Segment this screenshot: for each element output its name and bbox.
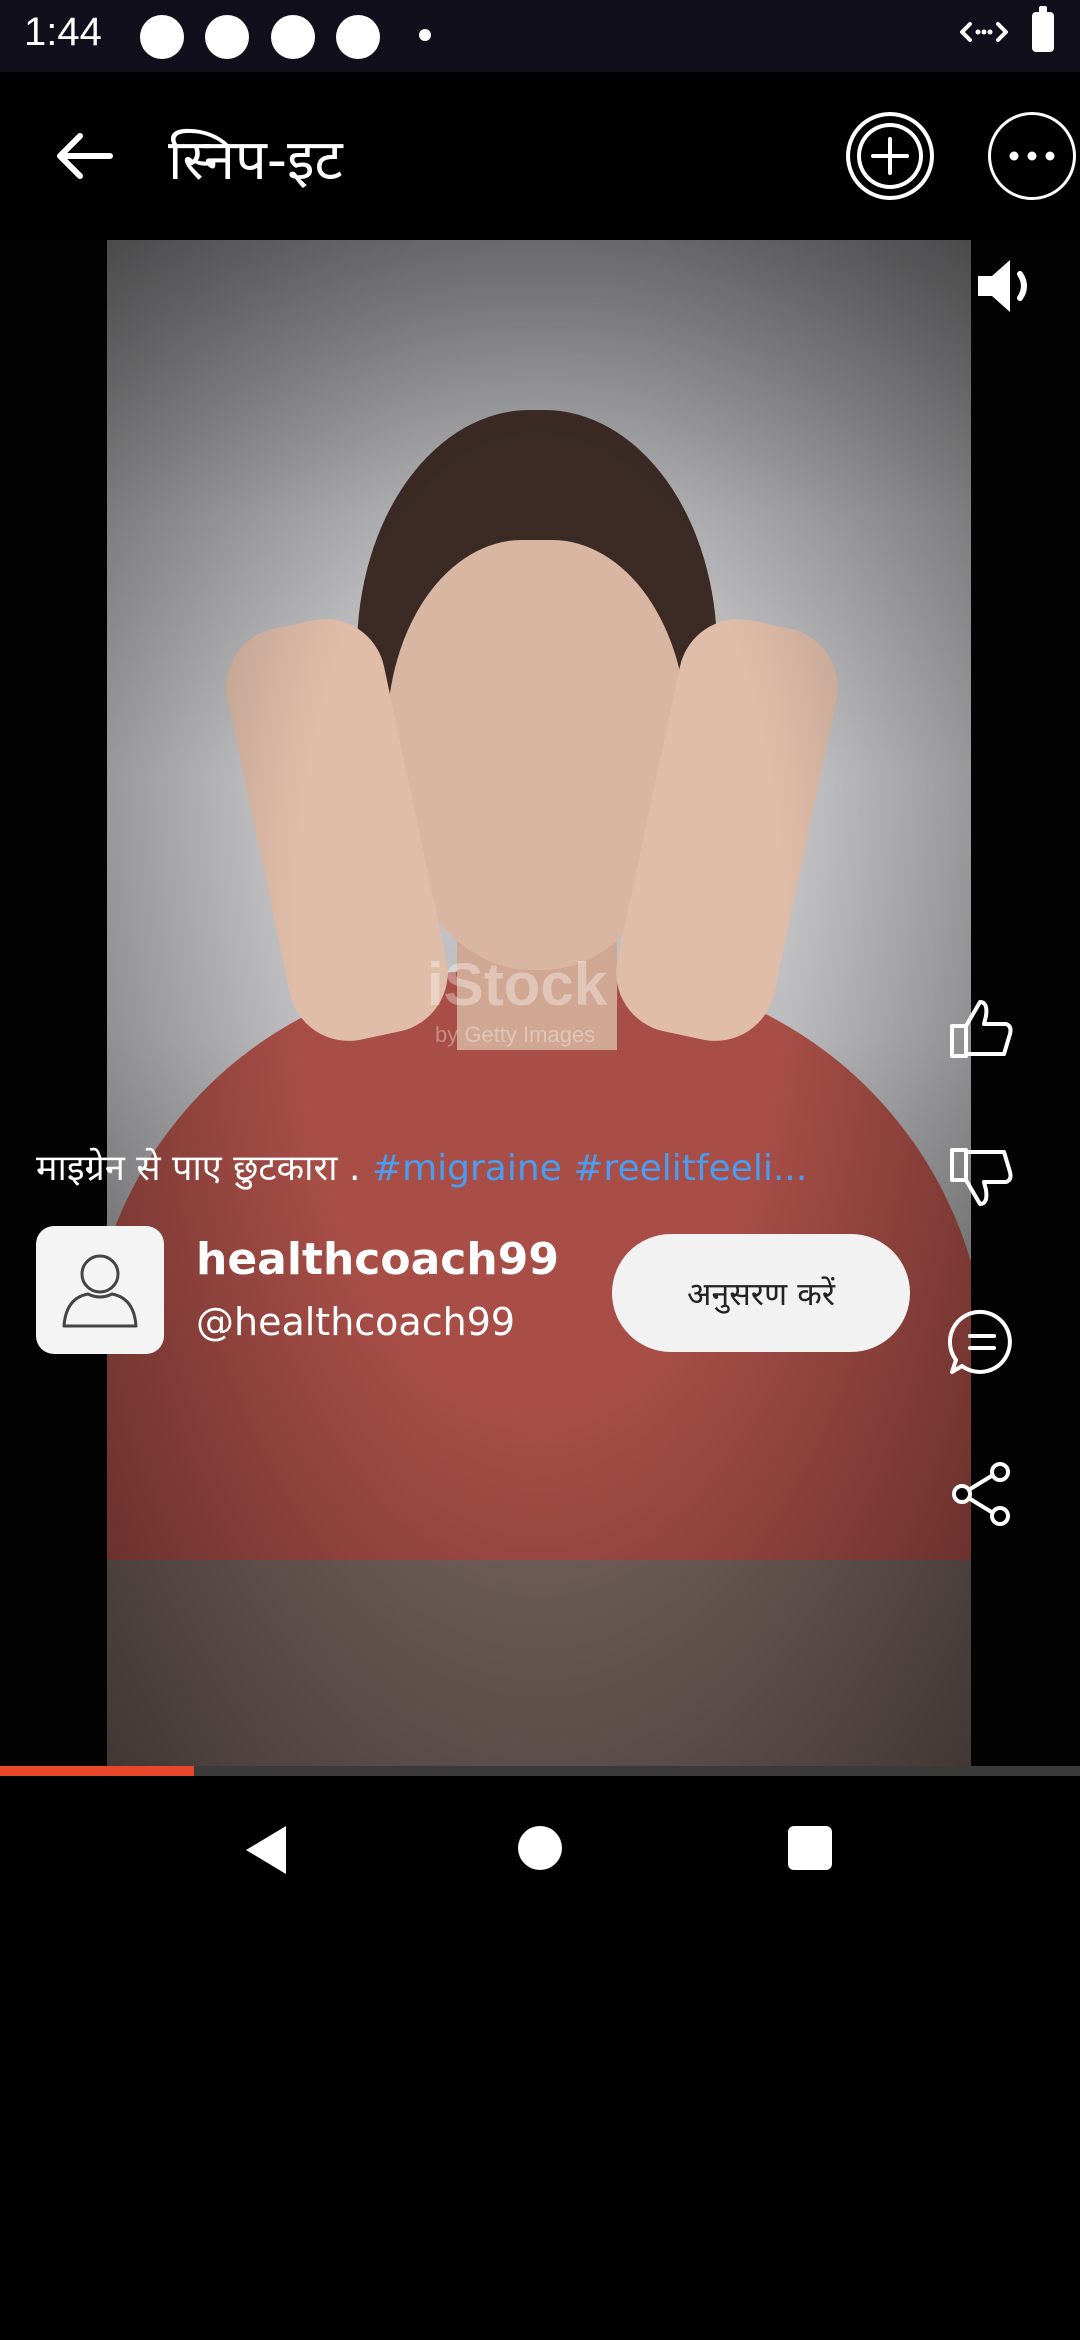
share-icon[interactable]	[946, 1458, 1018, 1530]
nav-back-icon[interactable]	[240, 1822, 290, 1878]
more-notifications-icon	[419, 29, 431, 41]
dislike-icon[interactable]	[946, 1142, 1018, 1214]
author-name[interactable]: healthcoach99	[196, 1234, 559, 1285]
notification-icon	[140, 15, 184, 59]
video-progress-fill	[0, 1766, 195, 1776]
video-player[interactable]: iStock by Getty Images	[0, 240, 1080, 1768]
status-bar: 1:44	[0, 0, 1080, 72]
signal-icon	[960, 22, 1008, 42]
notification-icon	[205, 15, 249, 59]
follow-button[interactable]: अनुसरण करें	[612, 1234, 910, 1352]
notification-icon	[336, 15, 380, 59]
author-handle[interactable]: @healthcoach99	[196, 1300, 515, 1344]
user-icon	[62, 1254, 138, 1328]
nav-recents-icon[interactable]	[788, 1826, 832, 1870]
system-nav-bar	[0, 1776, 1080, 1920]
back-arrow-icon[interactable]	[48, 124, 120, 188]
video-progress-bar[interactable]	[0, 1766, 1080, 1776]
status-time: 1:44	[24, 10, 102, 54]
battery-icon	[1032, 6, 1054, 52]
add-icon	[871, 137, 909, 175]
video-frame[interactable]: iStock by Getty Images	[107, 240, 971, 1768]
app-bar: स्निप-इट	[0, 72, 1080, 240]
notification-icon	[271, 15, 315, 59]
caption-text: माइग्रेन से पाए छुटकारा .	[36, 1148, 361, 1189]
add-button[interactable]	[846, 112, 934, 200]
author-info: healthcoach99 @healthcoach99 अनुसरण करें	[36, 1226, 916, 1356]
nav-home-icon[interactable]	[518, 1826, 562, 1870]
video-watermark-sub: by Getty Images	[435, 1022, 596, 1047]
like-icon[interactable]	[946, 992, 1018, 1064]
more-options-button[interactable]	[988, 112, 1076, 200]
comment-icon[interactable]	[946, 1306, 1018, 1378]
volume-icon[interactable]	[970, 250, 1042, 322]
status-icons	[958, 6, 1054, 52]
video-watermark: iStock	[427, 951, 608, 1018]
more-icon	[1009, 151, 1055, 161]
caption-hashtags[interactable]: #migraine #reelitfeeli...	[372, 1148, 807, 1189]
avatar[interactable]	[36, 1226, 164, 1354]
page-title: स्निप-इट	[168, 128, 343, 193]
video-caption: माइग्रेन से पाए छुटकारा . #migraine #ree…	[36, 1142, 807, 1191]
